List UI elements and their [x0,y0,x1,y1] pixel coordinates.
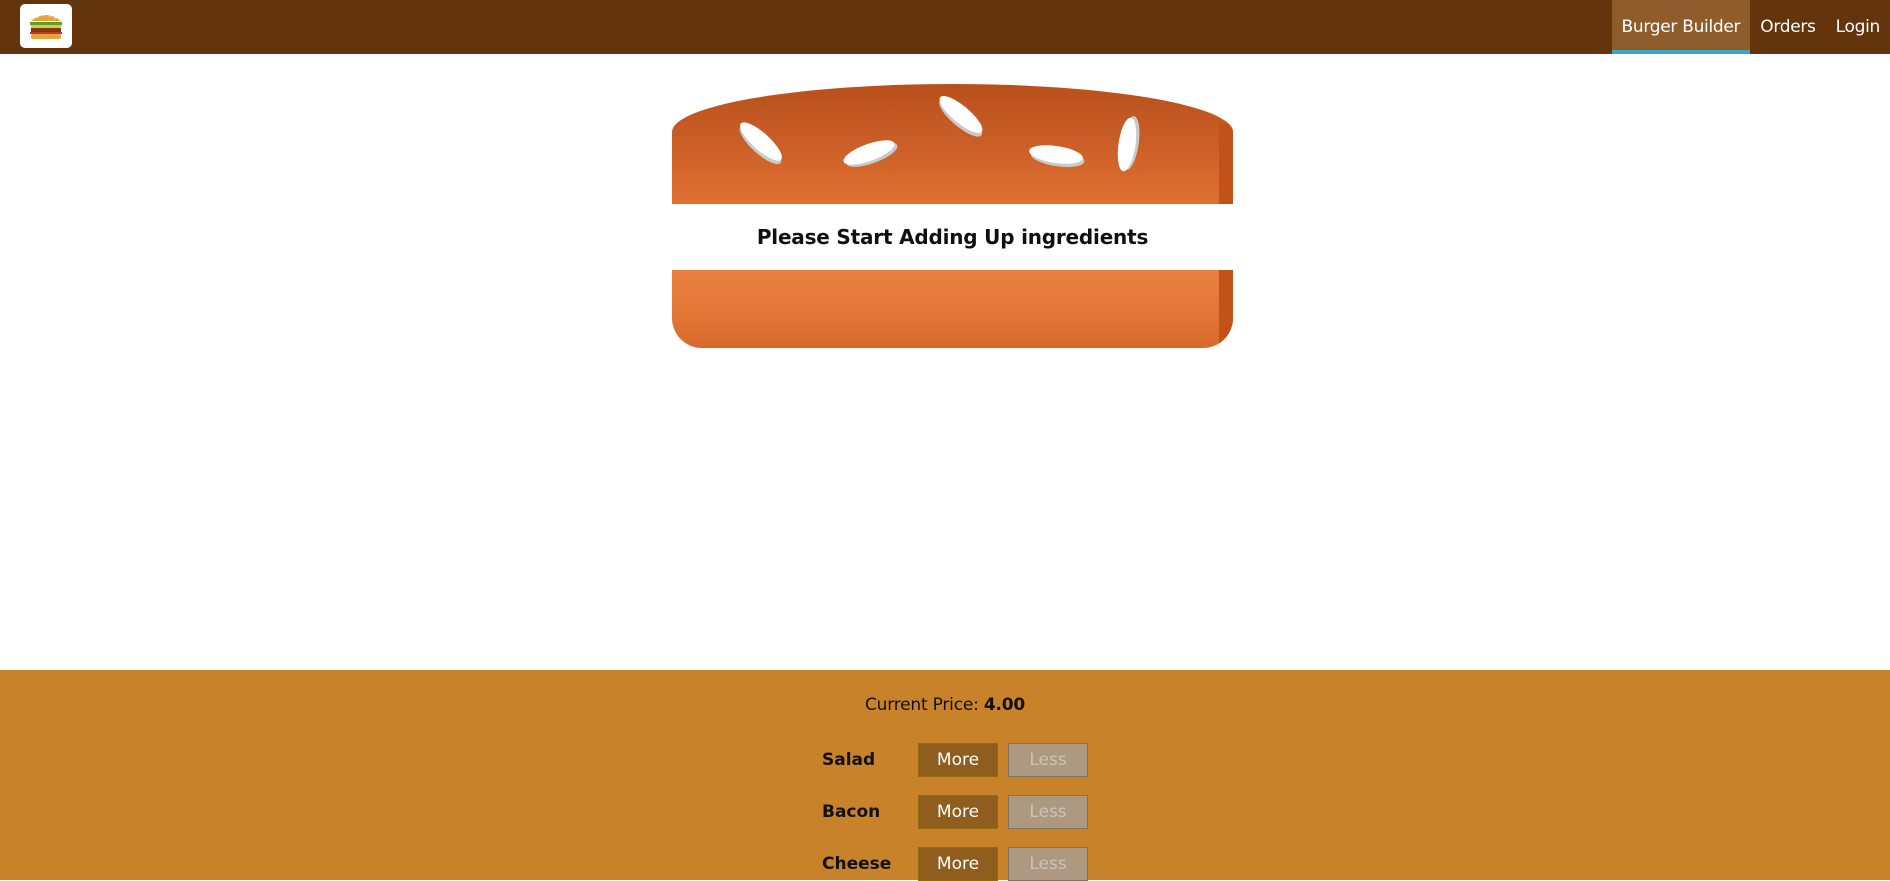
sesame-seed [1028,142,1084,167]
bread-bottom [672,270,1233,348]
bread-top-shade [1219,124,1233,204]
current-price: Current Price: 4.00 [0,695,1890,715]
ingredient-label: Salad [822,750,876,770]
sesame-seed [840,135,898,170]
price-label: Current Price: [864,695,984,715]
build-control-cheese: Cheese More Less [822,847,1090,881]
nav-item-login[interactable]: Login [1826,0,1890,54]
ingredient-label: Bacon [822,802,881,822]
ingredient-label: Cheese [822,854,892,874]
more-bacon-button[interactable]: More [918,795,998,829]
build-controls: Current Price: 4.00 Salad More Less Baco… [0,670,1890,881]
burger-preview: Please Start Adding Up ingredients [672,84,1233,348]
bread-top [672,84,1233,204]
build-control-salad: Salad More Less [822,743,1090,777]
less-cheese-button[interactable]: Less [1008,847,1088,881]
nav-item-orders[interactable]: Orders [1750,0,1825,54]
nav-item-burger-builder[interactable]: Burger Builder [1611,0,1751,54]
toolbar: Burger Builder Orders Login [0,0,1890,54]
burger-logo[interactable] [20,4,72,48]
bread-bottom-shade [1219,270,1233,348]
sesame-seed [1114,116,1140,173]
less-salad-button[interactable]: Less [1008,743,1088,777]
burger-icon [30,14,62,39]
less-bacon-button[interactable]: Less [1008,795,1088,829]
sesame-seed [735,117,787,166]
build-control-bacon: Bacon More Less [822,795,1090,829]
more-salad-button[interactable]: More [918,743,998,777]
empty-burger-message: Please Start Adding Up ingredients [756,225,1149,249]
main-nav: Burger Builder Orders Login [1611,0,1890,54]
price-value: 4.00 [983,695,1025,715]
sesame-seed [934,90,988,139]
more-cheese-button[interactable]: More [918,847,998,881]
